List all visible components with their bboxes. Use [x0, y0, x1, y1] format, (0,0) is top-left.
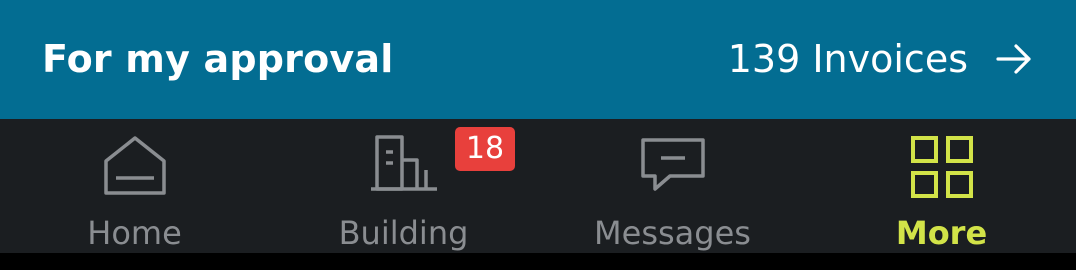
tab-more-label: More — [895, 214, 988, 252]
message-icon — [640, 138, 705, 191]
invoice-count: 139 Invoices — [727, 37, 968, 81]
messages-unread-badge: 18 — [455, 127, 515, 171]
home-icon — [103, 136, 166, 195]
tab-home[interactable]: Home — [0, 119, 269, 253]
building-icon — [370, 135, 437, 191]
tab-more[interactable]: More — [807, 119, 1076, 253]
bottom-tab-bar: Home Building Messages 18 More — [0, 119, 1076, 253]
tab-building-label: Building — [338, 214, 469, 252]
approval-title: For my approval — [42, 37, 394, 81]
tab-home-label: Home — [87, 214, 182, 252]
tab-messages-label: Messages — [594, 214, 751, 252]
grid-icon — [910, 136, 973, 198]
arrow-right-icon — [996, 44, 1031, 74]
approval-banner[interactable]: For my approval 139 Invoices — [0, 0, 1076, 119]
tab-messages[interactable]: Messages — [538, 119, 807, 253]
invoices-link[interactable]: 139 Invoices — [728, 36, 1032, 82]
bottom-edge — [0, 253, 1076, 270]
